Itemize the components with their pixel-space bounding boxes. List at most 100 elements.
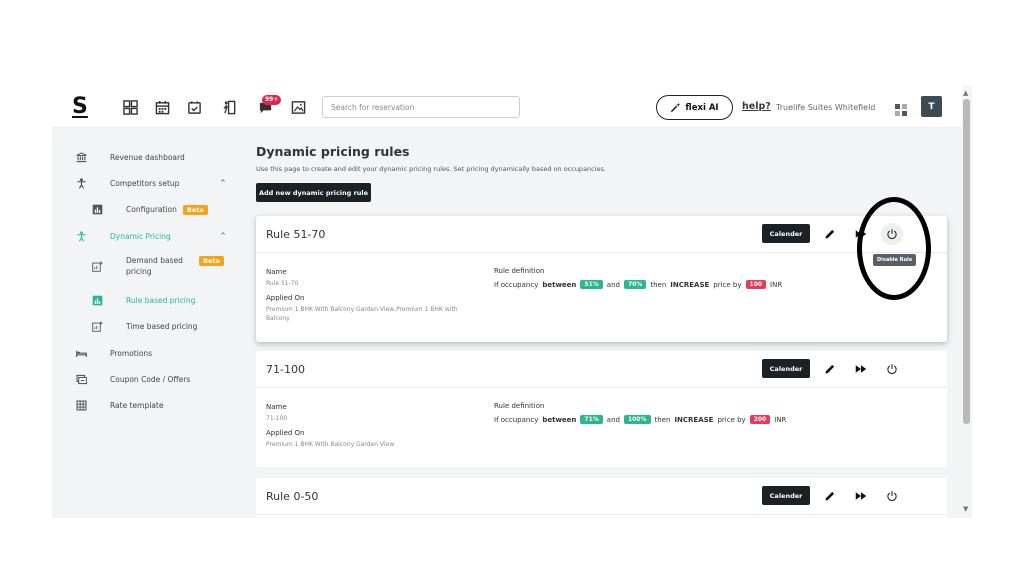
rule-card: Rule 51-70 Calender Disable Rule Name Ru… — [256, 216, 947, 342]
bank-icon — [75, 151, 87, 163]
occupancy-to-pill: 100% — [623, 415, 651, 424]
user-avatar[interactable]: T — [921, 96, 942, 117]
sidebar-item-rule-based-pricing[interactable]: Rule based pricing — [52, 290, 242, 310]
add-rule-button[interactable]: Add new dynamic pricing rule — [256, 183, 371, 202]
rule-text: price by — [717, 415, 746, 424]
sidebar-item-label: Configuration — [126, 204, 177, 214]
chevron-up-icon[interactable]: ^ — [220, 179, 226, 187]
applied-on-value: Premium 1 BHK With Balcony Garden View,P… — [266, 306, 458, 322]
help-link[interactable]: help? — [742, 101, 771, 112]
sidebar-item-coupon-code[interactable]: Coupon Code / Offers — [52, 369, 242, 389]
sidebar-item-label: Revenue dashboard — [110, 152, 185, 162]
chart-plus-icon — [91, 320, 103, 332]
sidebar-item-time-based-pricing[interactable]: Time based pricing — [52, 316, 242, 336]
sidebar-item-configuration[interactable]: Configuration Beta — [52, 199, 242, 219]
calendar-icon[interactable] — [153, 98, 171, 116]
rule-text: INCREASE — [670, 280, 710, 289]
rule-text: and — [606, 415, 620, 424]
pencil-icon[interactable] — [823, 362, 837, 376]
sidebar-item-revenue-dashboard[interactable]: Revenue dashboard — [52, 147, 242, 167]
bar-chart-icon — [91, 203, 103, 215]
coupon-icon — [75, 373, 87, 385]
flexi-ai-label: flexi AI — [685, 102, 719, 113]
sidebar-item-promotions[interactable]: Promotions — [52, 343, 242, 363]
person-icon — [75, 230, 87, 242]
app-window: S 99+ flexi AI help? Truelife Suites Whi… — [52, 86, 972, 518]
sidebar-item-label: Demand based pricing — [126, 256, 183, 276]
sidebar-item-competitors-setup[interactable]: Competitors setup ^ — [52, 173, 242, 193]
sidebar-item-label: Dynamic Pricing — [110, 231, 171, 241]
name-label: Name — [266, 403, 287, 411]
magic-wand-icon — [671, 102, 681, 113]
dashboard-grid-icon[interactable] — [121, 98, 139, 116]
name-value: Rule 51-70 — [266, 280, 299, 287]
sidebar-item-label: Rate template — [110, 400, 164, 410]
sidebar-item-rate-template[interactable]: Rate template — [52, 395, 242, 415]
search-input[interactable] — [322, 96, 520, 118]
price-amount-pill: 200 — [749, 415, 771, 424]
hotel-name[interactable]: Truelife Suites Whitefield — [776, 103, 875, 112]
calendar-check-icon[interactable] — [185, 98, 203, 116]
rule-text: between — [542, 280, 577, 289]
rule-text: INCREASE — [674, 415, 714, 424]
pencil-icon[interactable] — [823, 489, 837, 503]
checkout-door-icon[interactable] — [220, 98, 238, 116]
person-icon — [75, 177, 87, 189]
rule-title: Rule 0-50 — [266, 490, 319, 503]
occupancy-from-pill: 71% — [580, 415, 603, 424]
top-bar: S 99+ flexi AI help? Truelife Suites Whi… — [52, 86, 962, 128]
rule-text: between — [542, 415, 577, 424]
beta-badge: Beta — [182, 204, 208, 215]
fast-forward-icon[interactable] — [854, 489, 868, 503]
rule-card-header: Rule 51-70 Calender Disable Rule — [256, 216, 947, 266]
image-gallery-icon[interactable] — [289, 98, 307, 116]
calender-button[interactable]: Calender — [762, 359, 810, 378]
rule-definition: If occupancy between 71% and 100% then I… — [494, 415, 786, 424]
sidebar-item-dynamic-pricing[interactable]: Dynamic Pricing ^ — [52, 226, 242, 246]
calender-button[interactable]: Calender — [762, 224, 810, 243]
sidebar: Revenue dashboard Competitors setup ^ Co… — [52, 129, 242, 518]
name-value: 71-100 — [266, 415, 288, 422]
bed-icon — [75, 347, 87, 359]
page-subtitle: Use this page to create and edit your dy… — [256, 165, 606, 173]
rule-card-header: 71-100 Calender — [256, 351, 947, 388]
applied-on-label: Applied On — [266, 294, 305, 302]
rule-definition-label: Rule definition — [494, 267, 545, 275]
annotation-circle — [857, 197, 931, 300]
rule-text: and — [606, 280, 620, 289]
rule-definition-label: Rule definition — [494, 402, 545, 410]
flexi-ai-button[interactable]: flexi AI — [656, 95, 733, 120]
price-amount-pill: 100 — [745, 280, 767, 289]
rule-card-header: Rule 0-50 Calender — [256, 478, 947, 515]
scroll-down-arrow[interactable]: ▼ — [963, 505, 968, 513]
chevron-up-icon[interactable]: ^ — [220, 232, 226, 240]
power-icon[interactable] — [885, 489, 899, 503]
calender-button[interactable]: Calender — [762, 486, 810, 505]
apps-icon[interactable] — [895, 101, 907, 116]
logo[interactable]: S — [72, 94, 88, 119]
currency: INR — [774, 415, 787, 424]
table-icon — [75, 399, 87, 411]
scrollbar-thumb[interactable] — [963, 99, 970, 424]
fast-forward-icon[interactable] — [854, 362, 868, 376]
power-icon[interactable] — [885, 362, 899, 376]
bar-chart-icon — [91, 294, 103, 306]
rule-text: then — [650, 280, 667, 289]
rule-title: Rule 51-70 — [266, 228, 326, 241]
sidebar-item-label: Coupon Code / Offers — [110, 374, 191, 384]
applied-on-label: Applied On — [266, 429, 305, 437]
sidebar-item-demand-based-pricing[interactable]: Demand based pricing Beta — [52, 252, 242, 280]
sidebar-item-label: Time based pricing — [126, 321, 198, 331]
rule-text: If occupancy — [494, 280, 539, 289]
rule-text: If occupancy — [494, 415, 539, 424]
pencil-icon[interactable] — [823, 227, 837, 241]
rule-text: price by — [713, 280, 742, 289]
notification-count-badge: 99+ — [262, 95, 282, 105]
rule-card: Rule 0-50 Calender — [256, 478, 947, 518]
rule-card: 71-100 Calender Name 71-100 Applied On P… — [256, 351, 947, 467]
rule-definition: If occupancy between 51% and 70% then IN… — [494, 280, 782, 289]
sidebar-item-label: Rule based pricing — [126, 295, 196, 305]
scroll-up-arrow[interactable]: ▲ — [963, 89, 968, 97]
name-label: Name — [266, 268, 287, 276]
applied-on-value: Premium 1 BHK With Balcony Garden View — [266, 441, 395, 448]
